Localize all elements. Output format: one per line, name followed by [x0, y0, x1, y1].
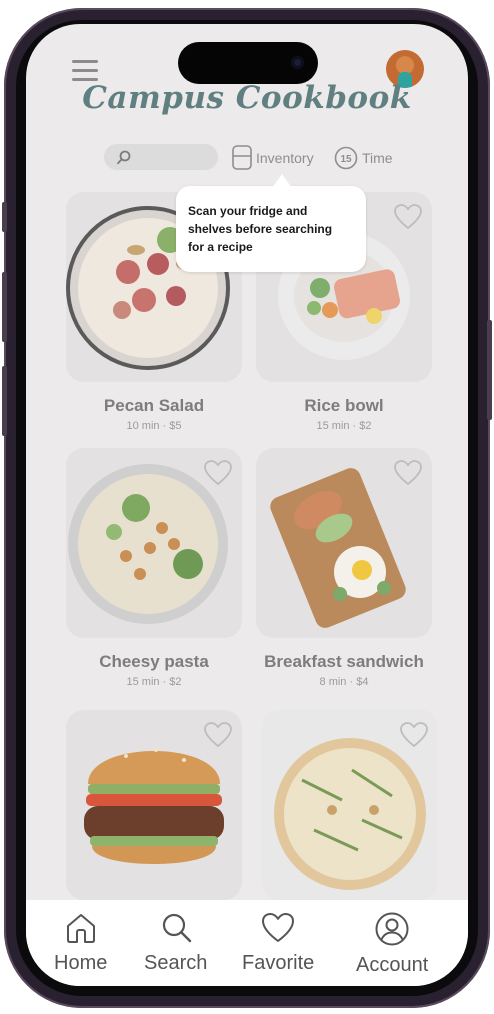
- recipe-meta: 8 min · $4: [319, 676, 369, 688]
- recipe-image[interactable]: [262, 710, 438, 900]
- timer-icon: 15: [334, 146, 358, 170]
- heart-icon: [262, 913, 295, 942]
- recipe-name: Pecan Salad: [103, 396, 205, 415]
- heart-icon[interactable]: [394, 460, 422, 486]
- heart-icon[interactable]: [394, 204, 422, 230]
- side-button-right: [487, 320, 492, 420]
- heart-icon[interactable]: [204, 722, 232, 748]
- recipe-name: Breakfast sandwich: [264, 652, 424, 671]
- filter-time-label: Time: [362, 150, 393, 166]
- home-icon: [66, 914, 95, 943]
- app-title: Campus Cookbook: [82, 80, 412, 116]
- hamburger-menu-icon[interactable]: [72, 60, 98, 82]
- side-button-left-1: [2, 202, 7, 232]
- tab-account-label: Account: [356, 954, 429, 976]
- recipe-meta: 15 min · $2: [316, 420, 372, 432]
- side-button-left-2: [2, 272, 7, 342]
- recipe-image[interactable]: [66, 710, 242, 900]
- recipe-name: Cheesy pasta: [99, 652, 209, 671]
- dynamic-island: [178, 42, 318, 84]
- recipe-meta: 10 min · $5: [126, 420, 182, 432]
- recipe-name: Rice bowl: [304, 396, 384, 415]
- account-icon: [375, 912, 409, 946]
- tooltip-text: Scan your fridge and shelves before sear…: [188, 204, 333, 254]
- tab-search-label: Search: [144, 952, 208, 974]
- tab-favorite-label: Favorite: [242, 952, 315, 974]
- search-icon: [162, 913, 191, 943]
- tab-favorite[interactable]: Favorite: [242, 912, 314, 975]
- fridge-icon: [232, 145, 252, 170]
- recipe-image[interactable]: [66, 448, 242, 638]
- heart-icon[interactable]: [204, 460, 232, 486]
- search-icon: [116, 150, 131, 165]
- recipe-meta: 15 min · $2: [126, 676, 182, 688]
- recipe-image[interactable]: [256, 448, 432, 638]
- inventory-tooltip: Scan your fridge and shelves before sear…: [176, 174, 366, 272]
- tab-account[interactable]: Account: [356, 912, 428, 977]
- side-button-left-3: [2, 366, 7, 436]
- filter-inventory-label: Inventory: [256, 150, 314, 166]
- search-input[interactable]: [104, 144, 218, 170]
- tab-home-label: Home: [54, 952, 108, 974]
- timer-badge: 15: [340, 154, 352, 165]
- tab-search[interactable]: Search: [144, 912, 207, 975]
- filter-inventory[interactable]: Inventory: [232, 144, 314, 172]
- tab-home[interactable]: Home: [54, 912, 107, 975]
- camera-icon: [291, 56, 304, 69]
- app-screen: Campus Cookbook Inventory 15 Time Scan y…: [26, 24, 468, 986]
- filter-time[interactable]: 15 Time: [334, 144, 393, 172]
- heart-icon[interactable]: [400, 722, 428, 748]
- bottom-tab-bar: Home Search Favorite Account: [26, 900, 468, 986]
